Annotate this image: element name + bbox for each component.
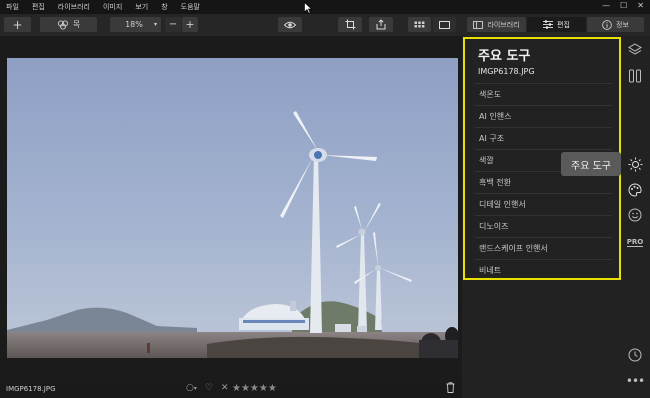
preview-button[interactable] xyxy=(278,17,302,32)
grid-view-button[interactable] xyxy=(408,17,431,32)
menu-bar: 파일 편집 라이브러리 이미지 보기 창 도움말 — ☐ ✕ xyxy=(0,0,650,14)
tool-color-temperature[interactable]: 색온도 xyxy=(475,83,612,105)
tool-denoise[interactable]: 디노이즈 xyxy=(475,215,612,237)
tab-library-label: 라이브러리 xyxy=(487,20,520,29)
tab-library[interactable]: 라이브러리 xyxy=(467,17,526,32)
face-icon[interactable] xyxy=(627,207,643,223)
tab-info-label: 정보 xyxy=(616,20,629,29)
plus-icon: + xyxy=(185,18,195,31)
single-view-icon xyxy=(439,20,450,29)
trash-icon[interactable] xyxy=(446,382,455,396)
layers-icon[interactable] xyxy=(627,42,643,58)
library-icon xyxy=(473,20,484,29)
share-icon xyxy=(376,19,386,30)
photo xyxy=(7,58,458,358)
palette-icon[interactable] xyxy=(627,182,643,198)
sliders-icon xyxy=(543,20,554,29)
compare-icon[interactable] xyxy=(627,68,643,84)
status-filename: IMGP6178.JPG xyxy=(6,385,56,393)
add-button[interactable]: + xyxy=(4,17,31,32)
grid-icon xyxy=(414,21,425,28)
sun-icon[interactable] xyxy=(627,156,643,172)
maximize-icon[interactable]: ☐ xyxy=(620,1,627,10)
status-bar: IMGP6178.JPG ○▾ ♡ ✕ ★★★★★ xyxy=(0,381,462,398)
menu-help[interactable]: 도움말 xyxy=(181,2,200,12)
crop-button[interactable] xyxy=(338,17,362,32)
star-rating[interactable]: ★★★★★ xyxy=(232,383,277,394)
filter-label: 목 xyxy=(72,20,81,29)
chevron-down-icon: ▾ xyxy=(153,21,157,28)
panel-filename: IMGP6178.JPG xyxy=(478,67,535,76)
tab-edit[interactable]: 편집 xyxy=(527,17,586,32)
filter-circles-icon xyxy=(57,19,68,30)
single-view-button[interactable] xyxy=(433,17,456,32)
minimize-icon[interactable]: — xyxy=(602,1,610,10)
reject-icon[interactable]: ✕ xyxy=(221,383,229,393)
zoom-value: 18% xyxy=(125,20,143,29)
tab-edit-label: 편집 xyxy=(557,20,570,29)
zoom-in-button[interactable]: + xyxy=(182,17,198,32)
toolbar: + 목 18% ▾ − + 라이브러리 편집 정보 xyxy=(0,14,650,37)
share-button[interactable] xyxy=(369,17,393,32)
color-label-icon[interactable]: ○▾ xyxy=(186,383,197,393)
cursor-icon xyxy=(304,1,313,17)
tool-ai-enhance[interactable]: AI 인핸스 xyxy=(475,105,612,127)
plus-icon: + xyxy=(12,17,23,32)
menu-edit[interactable]: 편집 xyxy=(32,2,45,12)
tool-ai-structure[interactable]: AI 구조 xyxy=(475,127,612,149)
tooltip: 주요 도구 xyxy=(561,152,621,176)
zoom-out-button[interactable]: − xyxy=(165,17,181,32)
menu-image[interactable]: 이미지 xyxy=(103,2,122,12)
menu-window[interactable]: 창 xyxy=(161,2,167,12)
tool-list: 색온도 AI 인핸스 AI 구조 색깔 흑백 전환 디테일 인핸서 디노이즈 랜… xyxy=(475,83,612,281)
minus-icon: − xyxy=(168,19,178,30)
window-controls: — ☐ ✕ xyxy=(602,1,644,10)
history-icon[interactable] xyxy=(627,347,643,363)
zoom-select[interactable]: 18% ▾ xyxy=(110,17,161,32)
tool-detail-enhancer[interactable]: 디테일 인핸서 xyxy=(475,193,612,215)
filter-button[interactable]: 목 xyxy=(40,17,97,32)
tool-vignette[interactable]: 비네트 xyxy=(475,259,612,281)
tool-landscape-enhancer[interactable]: 랜드스케이프 인핸서 xyxy=(475,237,612,259)
heart-icon[interactable]: ♡ xyxy=(205,383,213,393)
panel-title: 주요 도구 xyxy=(478,49,531,64)
menu-library[interactable]: 라이브러리 xyxy=(58,2,90,12)
more-icon[interactable]: ••• xyxy=(626,373,645,389)
menu-file[interactable]: 파일 xyxy=(6,2,19,12)
close-icon[interactable]: ✕ xyxy=(637,1,644,10)
crop-icon xyxy=(345,19,355,30)
pro-icon[interactable]: PRO xyxy=(626,234,644,250)
eye-icon xyxy=(284,21,296,28)
menu: 파일 편집 라이브러리 이미지 보기 창 도움말 xyxy=(6,2,213,12)
tab-info[interactable]: 정보 xyxy=(587,17,644,32)
menu-view[interactable]: 보기 xyxy=(135,2,148,12)
info-icon xyxy=(602,19,612,30)
